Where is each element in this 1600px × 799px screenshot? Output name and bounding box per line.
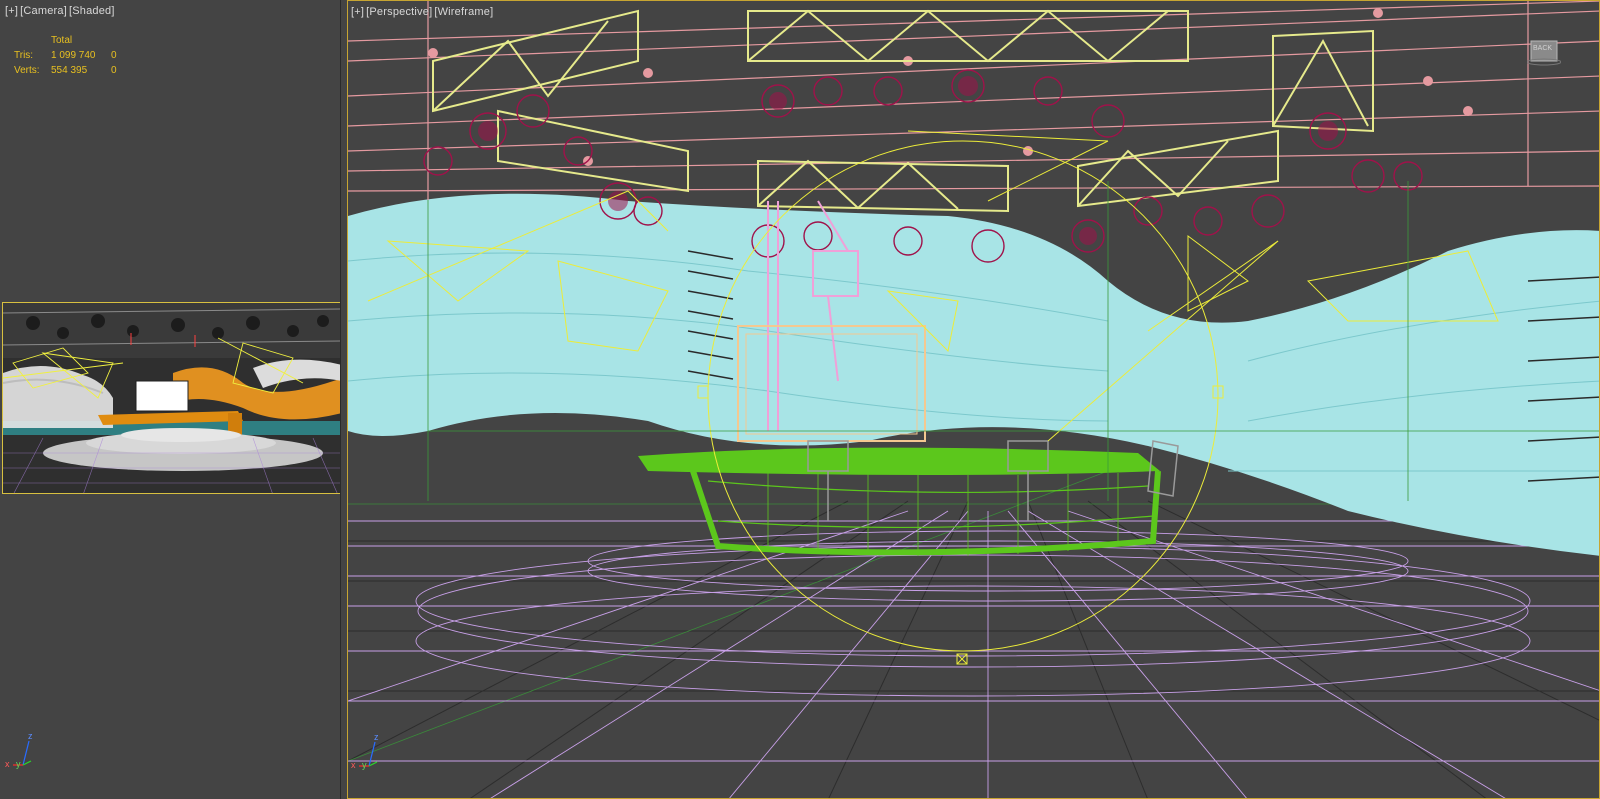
- camera-viewport-label[interactable]: [+] [Camera] [Shaded]: [5, 5, 117, 17]
- viewport-plus-menu[interactable]: [+]: [351, 6, 364, 18]
- perspective-viewport-label[interactable]: [+] [Perspective] [Wireframe]: [351, 6, 495, 18]
- axis-x-label: x: [351, 760, 356, 770]
- viewport-shading-menu[interactable]: [Wireframe]: [434, 6, 493, 18]
- stats-header: Total: [51, 35, 73, 46]
- viewport-pov-menu[interactable]: [Perspective]: [366, 6, 432, 18]
- stats-value: 554 395: [51, 65, 88, 76]
- viewport-shading-menu[interactable]: [Shaded]: [69, 5, 115, 17]
- stats-row-verts: Verts: 554 395 0: [14, 63, 117, 78]
- camera-viewport[interactable]: [+] [Camera] [Shaded] Total Tris: 1 099 74…: [0, 0, 341, 799]
- axis-y-label: y: [362, 760, 367, 770]
- perspective-viewport[interactable]: [+] [Perspective] [Wireframe] BACK z x y: [347, 0, 1600, 799]
- stats-value: 1 099 740: [51, 50, 96, 61]
- axis-tripod: z x y: [351, 732, 391, 774]
- axis-z-label: z: [28, 731, 33, 741]
- statistics-overlay: Total Tris: 1 099 740 0 Verts: 554 395 0: [14, 33, 117, 78]
- viewcube-face-label[interactable]: BACK: [1533, 45, 1552, 52]
- wireframe-scene[interactable]: [348, 1, 1600, 799]
- axis-y-label: y: [16, 759, 21, 769]
- viewport-plus-menu[interactable]: [+]: [5, 5, 18, 17]
- stats-row-tris: Tris: 1 099 740 0: [14, 48, 117, 63]
- viewport-pov-menu[interactable]: [Camera]: [20, 5, 67, 17]
- stats-label: Verts:: [14, 65, 40, 76]
- stats-extra: 0: [111, 65, 117, 76]
- stats-label: Tris:: [14, 50, 34, 61]
- camera-render-preview[interactable]: [2, 302, 340, 494]
- axis-z-label: z: [374, 732, 379, 742]
- axis-x-label: x: [5, 759, 10, 769]
- axis-tripod: z x y: [5, 731, 45, 773]
- stats-extra: 0: [111, 50, 117, 61]
- viewcube[interactable]: BACK: [1527, 38, 1561, 66]
